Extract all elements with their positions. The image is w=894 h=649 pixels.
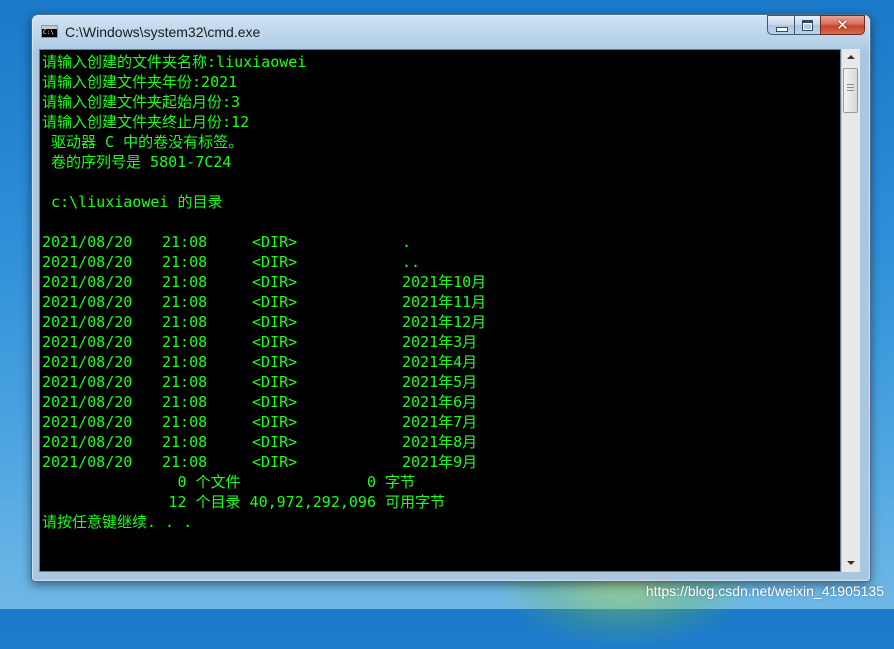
scroll-up-arrow-icon[interactable]	[842, 49, 860, 66]
entry-time: 21:08	[162, 273, 208, 291]
entry-date: 2021/08/20	[42, 233, 133, 251]
console-line: 请输入创建的文件夹名称:liuxiaowei	[42, 53, 307, 71]
entry-name: 2021年5月	[402, 373, 478, 391]
dir-entry-row: 2021/08/20 21:08 <DIR> 2021年12月	[42, 312, 822, 332]
entry-date: 2021/08/20	[42, 433, 133, 451]
entry-type: <DIR>	[252, 413, 298, 431]
entry-name: .	[402, 233, 412, 251]
entry-time: 21:08	[162, 453, 208, 471]
window-controls: ✕	[767, 15, 865, 36]
entry-time: 21:08	[162, 253, 208, 271]
entry-date: 2021/08/20	[42, 333, 133, 351]
entry-name: 2021年4月	[402, 353, 478, 371]
entry-date: 2021/08/20	[42, 373, 133, 391]
dir-entry-row: 2021/08/20 21:08 <DIR> 2021年9月	[42, 452, 822, 472]
entry-type: <DIR>	[252, 373, 298, 391]
vertical-scrollbar[interactable]	[841, 49, 860, 572]
dir-entry-row: 2021/08/20 21:08 <DIR> 2021年4月	[42, 352, 822, 372]
dir-entry-row: 2021/08/20 21:08 <DIR>..	[42, 252, 822, 272]
window-title: C:\Windows\system32\cmd.exe	[65, 24, 261, 40]
entry-type: <DIR>	[252, 233, 298, 251]
title-bar[interactable]: C:\Windows\system32\cmd.exe ✕	[32, 15, 870, 49]
entry-type: <DIR>	[252, 353, 298, 371]
console-line: 请输入创建文件夹起始月份:3	[42, 93, 241, 111]
scroll-thumb[interactable]	[843, 68, 858, 113]
entry-time: 21:08	[162, 333, 208, 351]
dir-entry-row: 2021/08/20 21:08 <DIR> 2021年7月	[42, 412, 822, 432]
entry-name: 2021年3月	[402, 333, 478, 351]
minimize-button[interactable]	[767, 15, 794, 35]
entry-date: 2021/08/20	[42, 413, 133, 431]
entry-date: 2021/08/20	[42, 393, 133, 411]
cmd-window[interactable]: C:\Windows\system32\cmd.exe ✕ 请输入创建的文件夹名…	[31, 14, 871, 582]
entry-name: 2021年8月	[402, 433, 478, 451]
entry-time: 21:08	[162, 393, 208, 411]
dir-entry-row: 2021/08/20 21:08 <DIR>.	[42, 232, 822, 252]
cmd-app-icon[interactable]	[41, 25, 58, 38]
console-line: 驱动器 C 中的卷没有标签。	[42, 133, 244, 151]
entry-type: <DIR>	[252, 313, 298, 331]
entry-type: <DIR>	[252, 433, 298, 451]
entry-time: 21:08	[162, 353, 208, 371]
entry-time: 21:08	[162, 313, 208, 331]
entry-type: <DIR>	[252, 293, 298, 311]
entry-date: 2021/08/20	[42, 353, 133, 371]
entry-time: 21:08	[162, 233, 208, 251]
console-line: 请按任意键继续. . .	[42, 513, 193, 531]
close-button[interactable]: ✕	[820, 15, 865, 35]
entry-type: <DIR>	[252, 393, 298, 411]
maximize-button[interactable]	[794, 15, 820, 35]
entry-name: 2021年11月	[402, 293, 487, 311]
dir-entry-row: 2021/08/20 21:08 <DIR> 2021年6月	[42, 392, 822, 412]
entry-date: 2021/08/20	[42, 313, 133, 331]
scroll-down-arrow-icon[interactable]	[842, 555, 860, 572]
console-line: 卷的序列号是 5801-7C24	[42, 153, 232, 171]
entry-time: 21:08	[162, 293, 208, 311]
entry-name: 2021年9月	[402, 453, 478, 471]
console-line: 0 个文件 0 字节	[42, 473, 416, 491]
console-line: c:\liuxiaowei 的目录	[42, 193, 223, 211]
dir-entry-row: 2021/08/20 21:08 <DIR> 2021年8月	[42, 432, 822, 452]
entry-date: 2021/08/20	[42, 293, 133, 311]
entry-name: 2021年6月	[402, 393, 478, 411]
watermark-url: https://blog.csdn.net/weixin_41905135	[645, 583, 884, 599]
dir-entry-row: 2021/08/20 21:08 <DIR> 2021年10月	[42, 272, 822, 292]
dir-entry-row: 2021/08/20 21:08 <DIR> 2021年5月	[42, 372, 822, 392]
entry-type: <DIR>	[252, 453, 298, 471]
entry-name: 2021年7月	[402, 413, 478, 431]
entry-name: 2021年10月	[402, 273, 487, 291]
entry-type: <DIR>	[252, 273, 298, 291]
entry-time: 21:08	[162, 413, 208, 431]
dir-entry-row: 2021/08/20 21:08 <DIR> 2021年11月	[42, 292, 822, 312]
console-line: 12 个目录 40,972,292,096 可用字节	[42, 493, 446, 511]
console-line: 请输入创建文件夹终止月份:12	[42, 113, 250, 131]
console-line: 请输入创建文件夹年份:2021	[42, 73, 238, 91]
entry-time: 21:08	[162, 373, 208, 391]
console-output[interactable]: 请输入创建的文件夹名称:liuxiaowei 请输入创建文件夹年份:2021 请输入…	[39, 49, 841, 572]
maximize-icon	[802, 20, 813, 31]
entry-type: <DIR>	[252, 253, 298, 271]
close-icon: ✕	[836, 16, 849, 34]
entry-date: 2021/08/20	[42, 253, 133, 271]
entry-date: 2021/08/20	[42, 453, 133, 471]
minimize-icon	[776, 27, 788, 32]
entry-name: 2021年12月	[402, 313, 487, 331]
entry-type: <DIR>	[252, 333, 298, 351]
entry-time: 21:08	[162, 433, 208, 451]
entry-date: 2021/08/20	[42, 273, 133, 291]
dir-entry-row: 2021/08/20 21:08 <DIR> 2021年3月	[42, 332, 822, 352]
entry-name: ..	[402, 253, 421, 271]
